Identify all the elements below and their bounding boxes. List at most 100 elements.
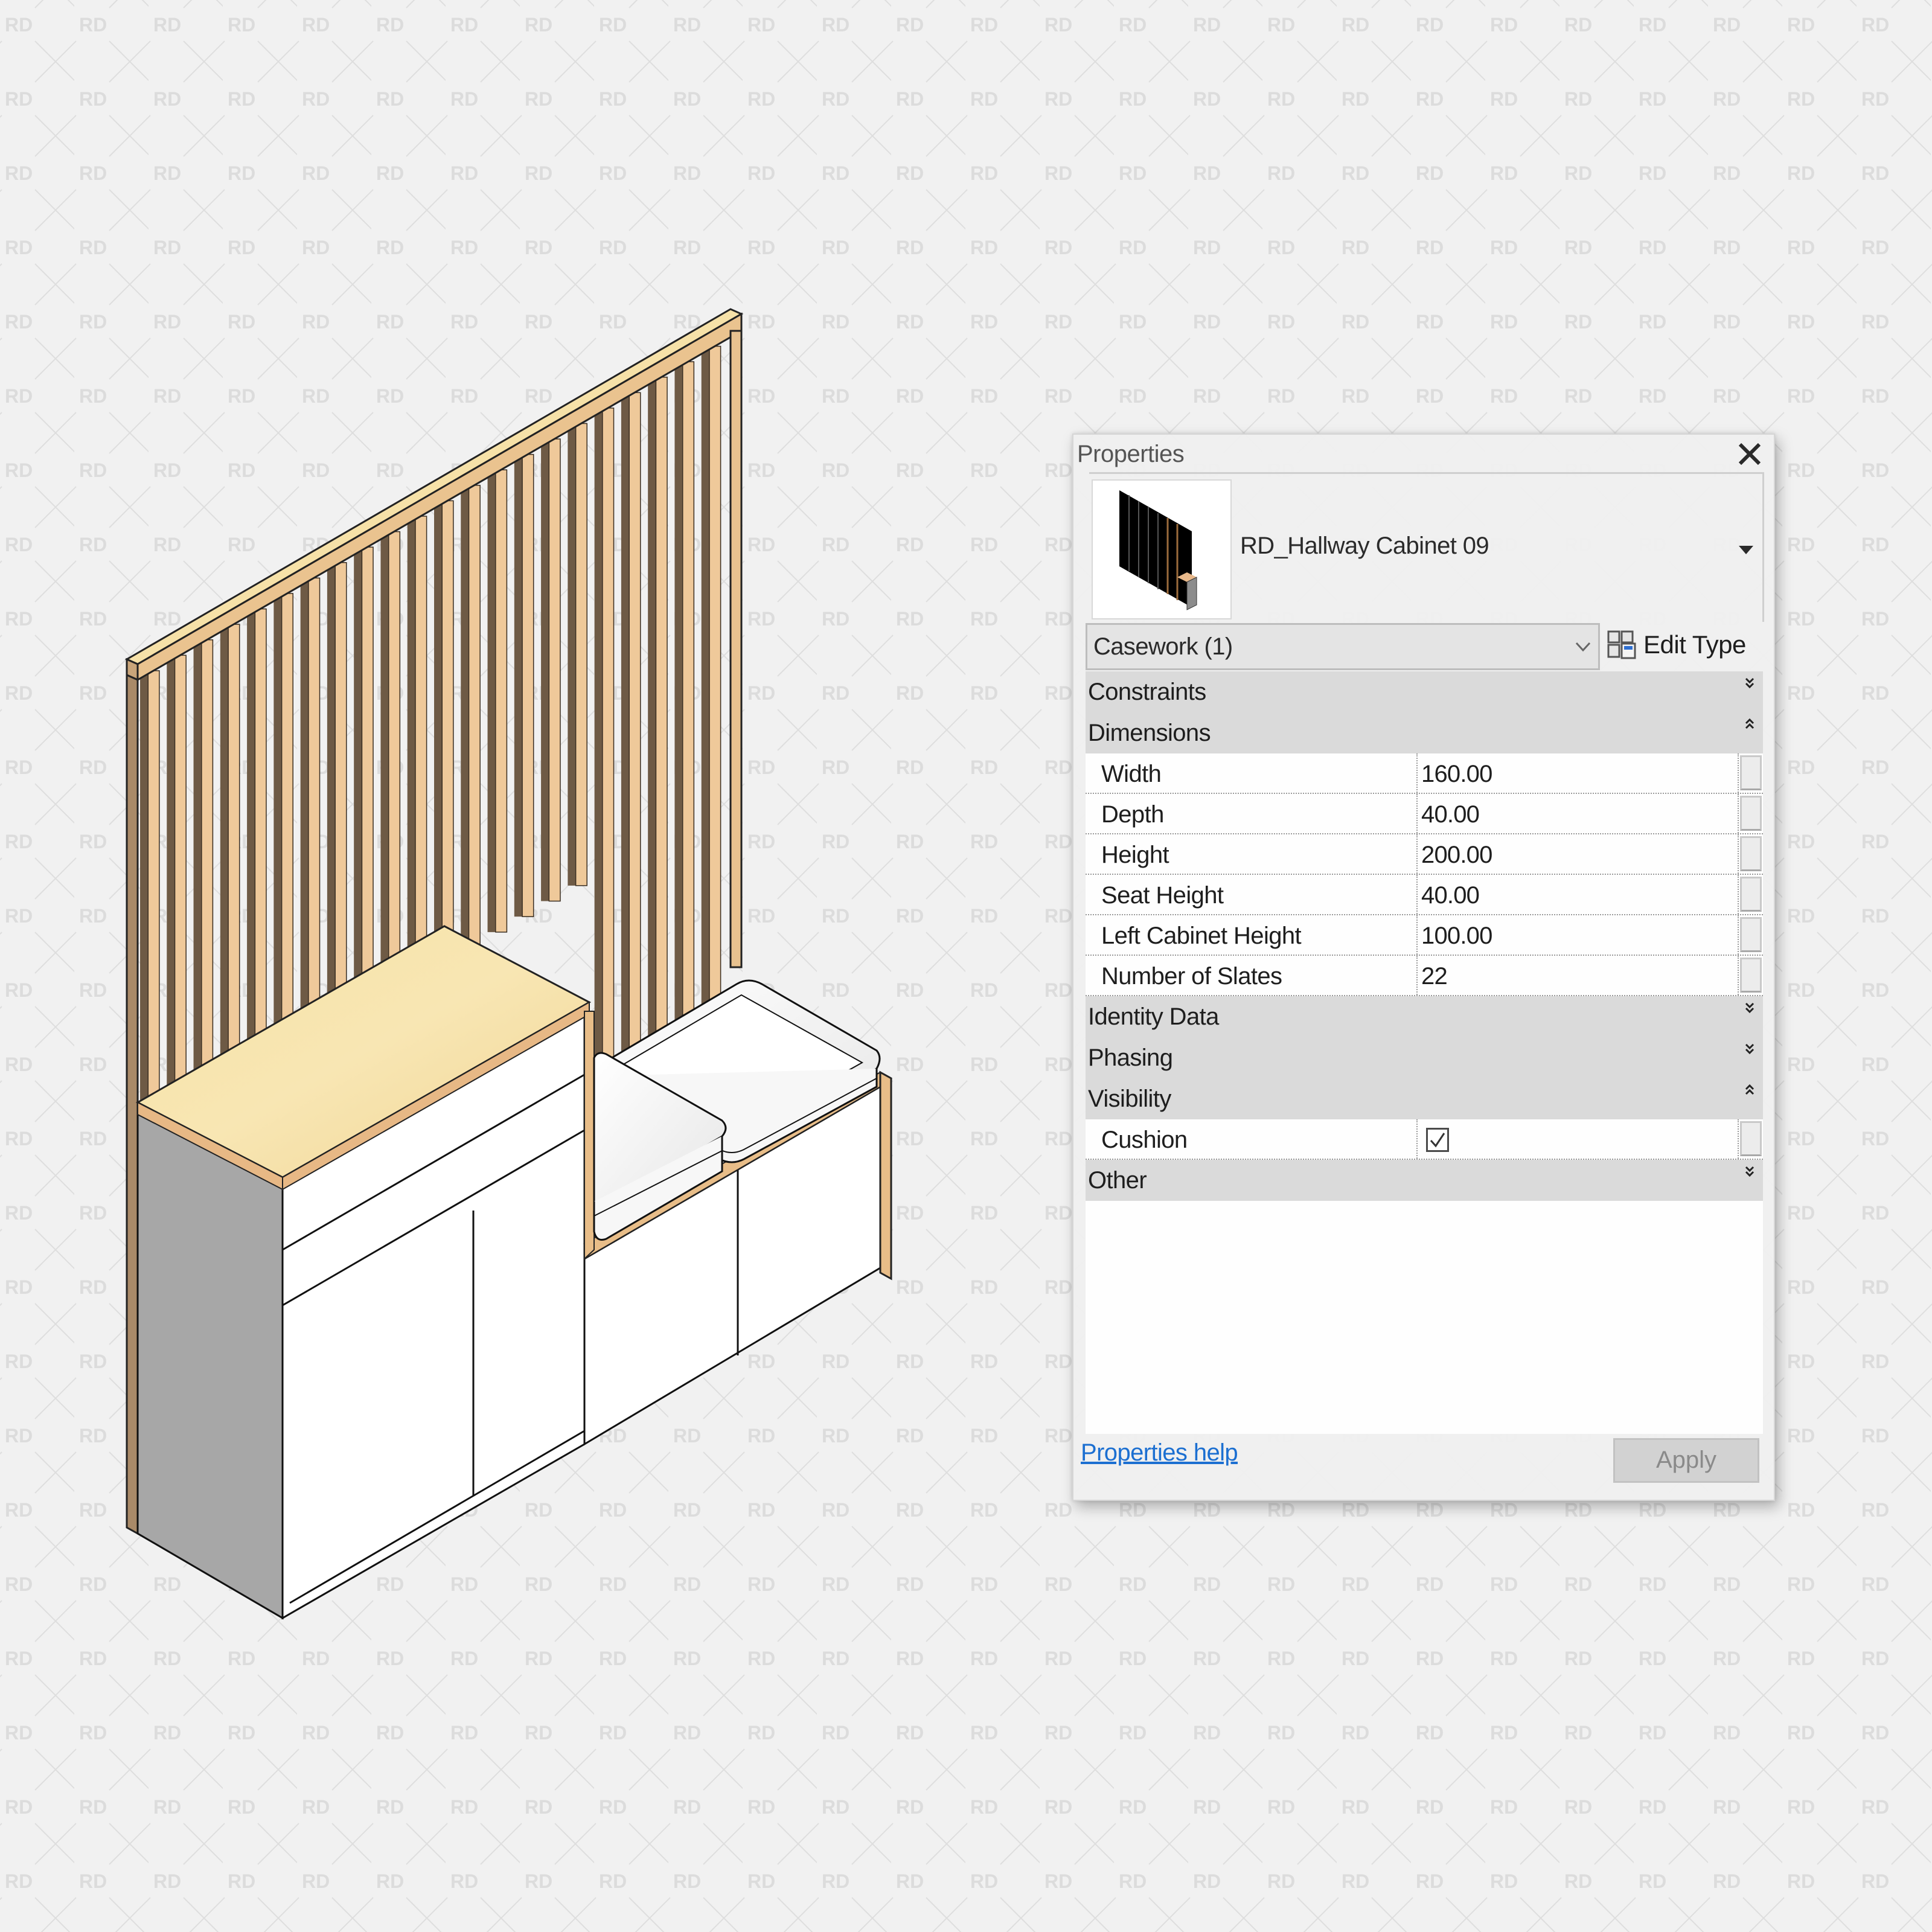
group-constraints[interactable]: Constraints [1086,671,1763,712]
property-row-left-cabinet-height: Left Cabinet Height 100.00 [1086,915,1763,956]
category-filter-value: Casework (1) [1093,633,1233,660]
group-label: Dimensions [1088,720,1211,746]
slat [201,639,214,1104]
number-of-slates-field[interactable]: 22 [1416,956,1727,995]
properties-help-link[interactable]: Properties help [1081,1439,1238,1467]
slat [281,593,293,1057]
group-label: Visibility [1088,1086,1171,1112]
triangle-down-icon[interactable] [1739,546,1753,554]
slat-shadow [487,470,496,932]
group-identity-data[interactable]: Identity Data [1086,996,1763,1037]
collapse-icon[interactable] [1744,716,1756,734]
associate-parameter-zone [1738,915,1763,955]
group-phasing[interactable]: Phasing [1086,1037,1763,1078]
model-3d-view[interactable] [0,0,966,1690]
property-label: Cushion [1101,1127,1188,1153]
slat [441,500,454,964]
slat-shadow [220,624,229,1087]
expand-icon[interactable] [1744,1163,1756,1182]
slat-shadow [167,655,175,1119]
associate-parameter-button[interactable] [1740,877,1762,912]
associate-parameter-button[interactable] [1740,755,1762,790]
edit-type-button[interactable]: Edit Type [1607,625,1764,668]
property-value: 22 [1421,963,1448,990]
edit-type-label: Edit Type [1643,630,1746,659]
slat-shadow [407,516,416,979]
associate-parameter-button[interactable] [1740,796,1762,831]
associate-parameter-button[interactable] [1740,836,1762,871]
cabinet-thumbnail-icon [1119,490,1197,610]
slat [415,516,427,979]
height-field[interactable]: 200.00 [1416,834,1727,874]
cushion-field [1416,1119,1727,1159]
properties-panel: Properties RD_Hallway Cabinet 09 Casewor… [1072,433,1775,1501]
properties-grid-empty-area [1086,1201,1763,1434]
slat [174,654,187,1119]
property-value: 100.00 [1421,923,1492,949]
slat [361,546,374,1011]
slat-shadow [354,547,362,1010]
group-dimensions[interactable]: Dimensions [1086,712,1763,753]
group-label: Identity Data [1088,1003,1219,1030]
slat [522,453,534,917]
category-filter-dropdown[interactable]: Casework (1) [1086,623,1600,670]
slat [334,562,347,1026]
cushion-checkbox[interactable] [1426,1128,1449,1152]
seat-height-field[interactable]: 40.00 [1416,875,1727,914]
left-cabinet-height-field[interactable]: 100.00 [1416,915,1727,955]
slat [388,531,401,995]
slat [575,423,587,886]
associate-parameter-zone [1738,794,1763,833]
slat-shadow [247,609,255,1072]
property-label: Left Cabinet Height [1101,923,1302,949]
slat-left-post [126,673,139,1535]
group-visibility[interactable]: Visibility [1086,1078,1763,1119]
slat-shadow [193,639,202,1103]
property-label: Width [1101,761,1162,787]
property-row-cushion: Cushion [1086,1119,1763,1160]
type-name: RD_Hallway Cabinet 09 [1240,533,1489,559]
slat [308,577,321,1041]
associate-parameter-zone [1738,834,1763,874]
depth-field[interactable]: 40.00 [1416,794,1727,833]
close-icon[interactable] [1734,438,1765,470]
slat-shadow [140,670,149,1134]
chevron-down-icon [1575,642,1591,652]
associate-parameter-zone [1738,875,1763,914]
panel-title: Properties [1077,441,1185,467]
associate-parameter-button[interactable] [1740,1121,1762,1156]
slat-shadow [514,454,523,917]
group-other[interactable]: Other [1086,1160,1763,1201]
slat-shadow [327,562,336,1025]
group-label: Constraints [1088,679,1206,705]
checkmark-icon [1430,1133,1445,1148]
associate-parameter-zone [1738,956,1763,995]
property-label: Depth [1101,801,1164,828]
width-field[interactable]: 160.00 [1416,753,1727,793]
property-value: 40.00 [1421,882,1480,909]
property-row-height: Height 200.00 [1086,834,1763,875]
apply-button[interactable]: Apply [1613,1438,1759,1483]
expand-icon[interactable] [1744,675,1756,693]
slat [254,608,267,1072]
slat-shadow [461,485,469,948]
slat [468,485,481,948]
slat-shadow [273,593,282,1057]
group-label: Other [1088,1167,1147,1194]
property-label: Number of Slates [1101,963,1282,990]
slat [548,438,561,902]
property-row-seat-height: Seat Height 40.00 [1086,875,1763,915]
property-value: 160.00 [1421,761,1492,787]
group-label: Phasing [1088,1044,1173,1071]
associate-parameter-button[interactable] [1740,958,1762,993]
property-label: Seat Height [1101,882,1224,909]
property-value: 40.00 [1421,801,1480,828]
slat [228,624,240,1088]
property-value: 200.00 [1421,842,1492,868]
slat-right-post [729,330,743,968]
associate-parameter-button[interactable] [1740,917,1762,952]
collapse-icon[interactable] [1744,1082,1756,1100]
expand-icon[interactable] [1744,1000,1756,1018]
expand-icon[interactable] [1744,1041,1756,1059]
edit-type-icon [1607,630,1636,659]
